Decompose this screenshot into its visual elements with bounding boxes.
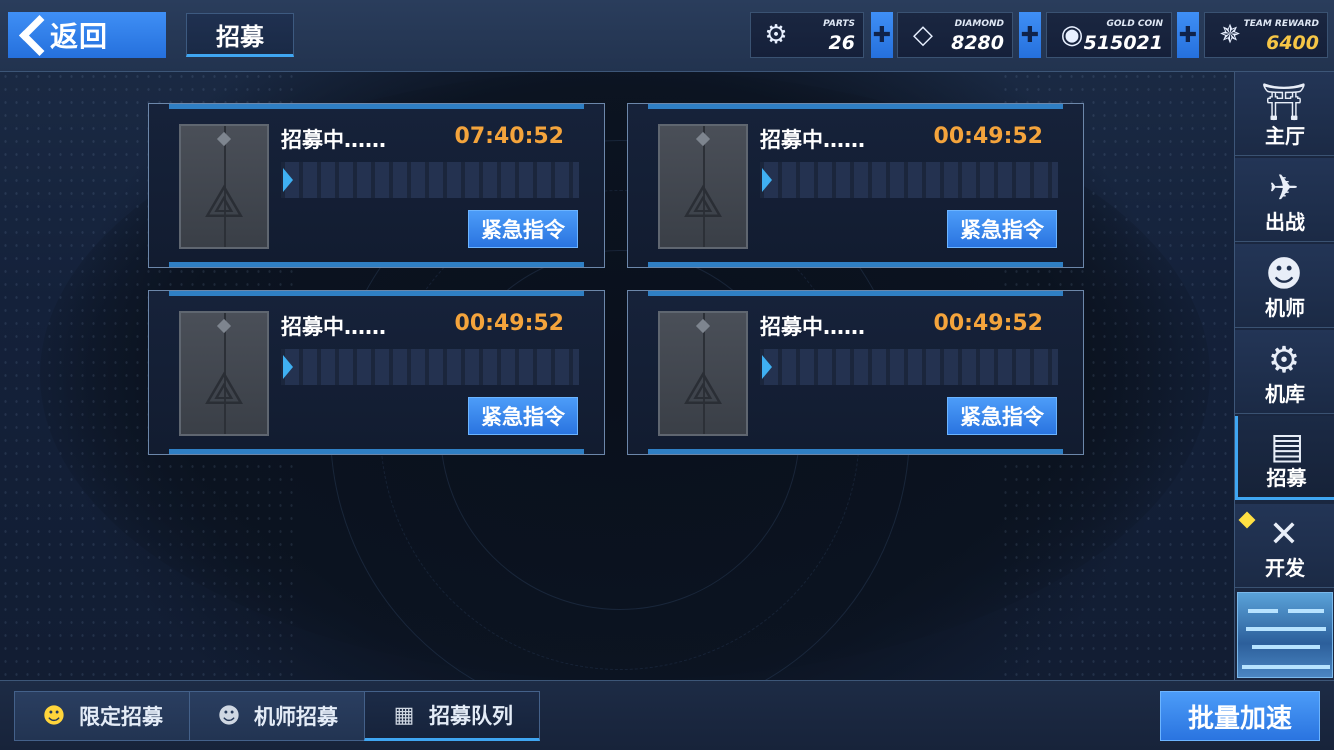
slot-status: 招募中…… (281, 128, 386, 152)
nav-item-sortie[interactable]: ✈ 出战 (1235, 158, 1334, 242)
parts-icon: ⚙ (764, 20, 788, 50)
nav-item-pilot[interactable]: ☻ 机师 (1235, 244, 1334, 328)
card-strip (648, 104, 1063, 109)
sealed-pilot-portrait: ⟁ (179, 124, 269, 249)
chevron-left-icon (16, 17, 42, 53)
nav-item-hangar[interactable]: ⚙ 机库 (1235, 330, 1334, 414)
emblem-icon: ⟁ (203, 361, 245, 415)
slot-timer: 00:49:52 (933, 124, 1043, 149)
diamond-marker-icon (695, 131, 711, 147)
tab-pilot-recruit[interactable]: ☻ 机师招募 (189, 691, 365, 741)
progress-bar (281, 162, 579, 198)
sealed-pilot-portrait: ⟁ (658, 311, 748, 436)
slot-timer: 07:40:52 (454, 124, 564, 149)
sealed-pilot-portrait: ⟁ (658, 124, 748, 249)
emblem-icon: ⟁ (682, 361, 724, 415)
queue-list-icon: ▦ (393, 702, 415, 728)
nav-item-develop[interactable]: ✕ 开发 (1235, 504, 1334, 588)
queue-slot: ⟁ 招募中…… 00:49:52 紧急指令 (148, 290, 605, 455)
progress-pointer-icon (283, 355, 293, 379)
slot-status: 招募中…… (760, 315, 865, 339)
base-thumbnail[interactable] (1237, 592, 1333, 678)
queue-slot: ⟁ 招募中…… 07:40:52 紧急指令 (148, 103, 605, 268)
resource-label: DIAMOND (954, 19, 1004, 29)
progress-pointer-icon (762, 168, 772, 192)
add-diamond-button[interactable]: ✚ (1019, 12, 1041, 58)
diamond-marker-icon (216, 318, 232, 334)
plus-icon: ✚ (1020, 22, 1040, 48)
batch-speed-up-button[interactable]: 批量加速 (1160, 691, 1320, 741)
bottom-bar: ☻ 限定招募 ☻ 机师招募 ▦ 招募队列 批量加速 (0, 680, 1334, 750)
resource-value: 26 (828, 32, 855, 54)
slot-status: 招募中…… (760, 128, 865, 152)
gold-coin-resource: ◉ GOLD COIN 515021 (1046, 12, 1172, 58)
queue-slot: ⟁ 招募中…… 00:49:52 紧急指令 (627, 290, 1084, 455)
resource-label: GOLD COIN (1106, 19, 1163, 29)
notification-badge (1238, 511, 1256, 529)
plus-icon: ✚ (1178, 22, 1198, 48)
team-reward-resource: ✵ TEAM REWARD 6400 (1204, 12, 1328, 58)
diamond-icon: ◇ (913, 20, 933, 50)
tab-recruit-queue[interactable]: ▦ 招募队列 (364, 691, 540, 741)
slot-timer: 00:49:52 (454, 311, 564, 336)
lobby-icon: ⛩ (1261, 82, 1307, 123)
parts-resource: ⚙ PARTS 26 (750, 12, 864, 58)
limited-recruit-icon: ☻ (42, 703, 66, 729)
card-strip (169, 291, 584, 296)
nav-item-recruit[interactable]: ▤ 招募 (1235, 416, 1334, 500)
side-nav: ⛩ 主厅 ✈ 出战 ☻ 机师 ⚙ 机库 ▤ 招募 ✕ 开发 (1234, 72, 1334, 680)
nav-label: 开发 (1265, 556, 1305, 580)
nav-label: 主厅 (1265, 124, 1305, 148)
tab-label: 招募队列 (429, 704, 513, 728)
page-title: 招募 (186, 13, 294, 57)
add-gold-coin-button[interactable]: ✚ (1177, 12, 1199, 58)
emergency-order-button[interactable]: 紧急指令 (947, 397, 1057, 435)
progress-bar (760, 349, 1058, 385)
progress-bar (281, 349, 579, 385)
emblem-icon: ⟁ (203, 174, 245, 228)
card-strip (169, 104, 584, 109)
resource-label: TEAM REWARD (1243, 19, 1319, 29)
diamond-marker-icon (695, 318, 711, 334)
card-strip (648, 449, 1063, 454)
progress-pointer-icon (762, 355, 772, 379)
pilot-icon: ☻ (1265, 253, 1303, 295)
nav-label: 机师 (1265, 296, 1305, 320)
emergency-order-button[interactable]: 紧急指令 (947, 210, 1057, 248)
diamond-marker-icon (216, 131, 232, 147)
resource-label: PARTS (823, 19, 855, 29)
resource-value: 8280 (951, 32, 1004, 54)
tab-label: 机师招募 (254, 705, 338, 729)
hangar-icon: ⚙ (1267, 339, 1301, 381)
nav-label: 出战 (1265, 210, 1305, 234)
slot-timer: 00:49:52 (933, 311, 1043, 336)
slot-status: 招募中…… (281, 315, 386, 339)
card-strip (648, 291, 1063, 296)
emergency-order-button[interactable]: 紧急指令 (468, 397, 578, 435)
tab-label: 限定招募 (79, 705, 163, 729)
top-bar: 返回 招募 ⚙ PARTS 26 ✚ ◇ DIAMOND 8280 ✚ ◉ GO… (0, 0, 1334, 72)
diamond-resource: ◇ DIAMOND 8280 (897, 12, 1013, 58)
card-strip (169, 449, 584, 454)
tab-limited-recruit[interactable]: ☻ 限定招募 (14, 691, 190, 741)
resource-value: 6400 (1266, 32, 1319, 54)
queue-slot: ⟁ 招募中…… 00:49:52 紧急指令 (627, 103, 1084, 268)
nav-label: 机库 (1265, 382, 1305, 406)
progress-bar (760, 162, 1058, 198)
card-strip (169, 262, 584, 267)
sortie-icon: ✈ (1268, 167, 1300, 209)
add-parts-button[interactable]: ✚ (871, 12, 893, 58)
emergency-order-button[interactable]: 紧急指令 (468, 210, 578, 248)
nav-item-lobby[interactable]: ⛩ 主厅 (1235, 72, 1334, 156)
sealed-pilot-portrait: ⟁ (179, 311, 269, 436)
emblem-icon: ⟁ (682, 174, 724, 228)
card-strip (648, 262, 1063, 267)
pilot-recruit-icon: ☻ (217, 703, 241, 729)
resource-value: 515021 (1083, 32, 1163, 54)
back-button[interactable]: 返回 (8, 12, 166, 58)
nav-label: 招募 (1266, 466, 1307, 490)
plus-icon: ✚ (872, 22, 892, 48)
progress-pointer-icon (283, 168, 293, 192)
develop-icon: ✕ (1268, 513, 1300, 555)
